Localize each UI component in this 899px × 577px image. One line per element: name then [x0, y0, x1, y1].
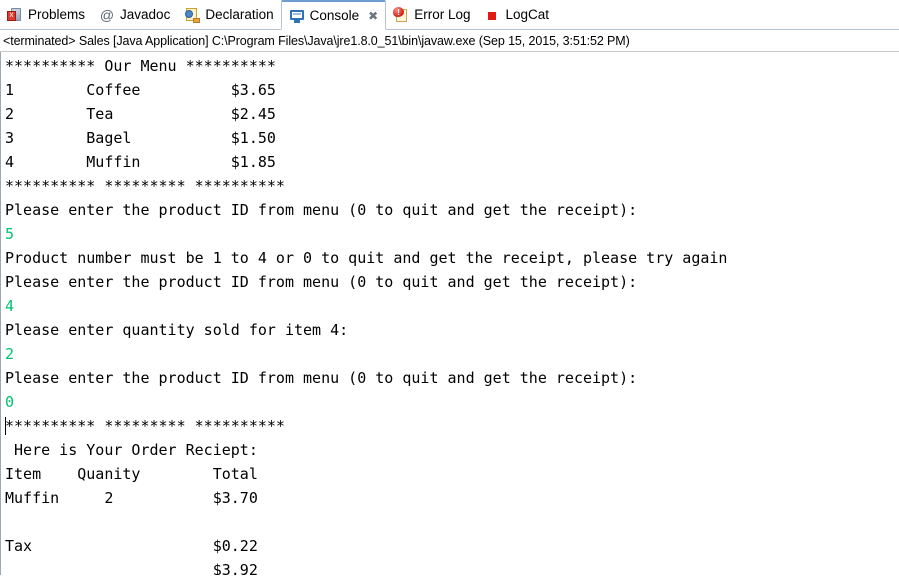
tab-console[interactable]: Console ✖ — [280, 0, 387, 30]
tab-label: Declaration — [205, 6, 274, 22]
tab-logcat[interactable]: LogCat — [478, 0, 557, 29]
tab-label: LogCat — [505, 6, 550, 22]
text-caret — [5, 417, 6, 435]
console-input-line: 2 — [5, 345, 15, 363]
tab-label: Console — [309, 7, 360, 23]
problems-icon: x — [7, 7, 23, 23]
tab-label: Problems — [28, 6, 86, 22]
console-output-line: ********** ********* ********** — [5, 417, 285, 435]
console-output-line: 2 Tea $2.45 — [5, 105, 276, 123]
console-output-pane[interactable]: ********** Our Menu ********** 1 Coffee $… — [0, 52, 899, 575]
console-output-line: 3 Bagel $1.50 — [5, 129, 276, 147]
view-tab-bar: x Problems @ Javadoc Declaration Console… — [0, 0, 899, 30]
at-icon: @ — [99, 6, 115, 23]
tab-label: Error Log — [414, 6, 471, 22]
console-icon — [289, 8, 305, 24]
console-output-line: Tax $0.22 — [5, 537, 258, 555]
close-icon[interactable]: ✖ — [368, 10, 378, 22]
declaration-icon — [184, 7, 201, 23]
console-output-line: Please enter quantity sold for item 4: — [5, 321, 349, 339]
console-input-line: 4 — [5, 297, 15, 315]
console-output-line: Please enter the product ID from menu (0… — [5, 369, 638, 387]
console-input-line: 0 — [5, 393, 15, 411]
error-log-icon: ! — [393, 6, 409, 23]
console-input-line: 5 — [5, 225, 15, 243]
console-output-line: ********** ********* ********** — [5, 177, 285, 195]
tab-javadoc[interactable]: @ Javadoc — [92, 0, 177, 29]
console-output-line: 4 Muffin $1.85 — [5, 153, 276, 171]
console-output-line: Please enter the product ID from menu (0… — [5, 273, 638, 291]
console-output-line: Product number must be 1 to 4 or 0 to qu… — [5, 249, 728, 267]
console-output-line: Please enter the product ID from menu (0… — [5, 201, 638, 219]
console-output-line: ********** Our Menu ********** — [5, 57, 276, 75]
console-output-line: Here is Your Order Reciept: — [5, 441, 258, 459]
console-text: ********** Our Menu ********** 1 Coffee $… — [1, 52, 899, 575]
tab-problems[interactable]: x Problems — [0, 0, 92, 29]
tab-declaration[interactable]: Declaration — [177, 0, 280, 29]
console-output-line: Muffin 2 $3.70 — [5, 489, 258, 507]
console-output-line: $3.92 — [5, 561, 258, 575]
console-output-line: Item Quanity Total — [5, 465, 258, 483]
logcat-icon — [485, 7, 501, 23]
launch-config-line: <terminated> Sales [Java Application] C:… — [0, 30, 899, 52]
console-output-line: 1 Coffee $3.65 — [5, 81, 276, 99]
tab-error-log[interactable]: ! Error Log — [386, 0, 477, 29]
tab-label: Javadoc — [120, 6, 171, 22]
